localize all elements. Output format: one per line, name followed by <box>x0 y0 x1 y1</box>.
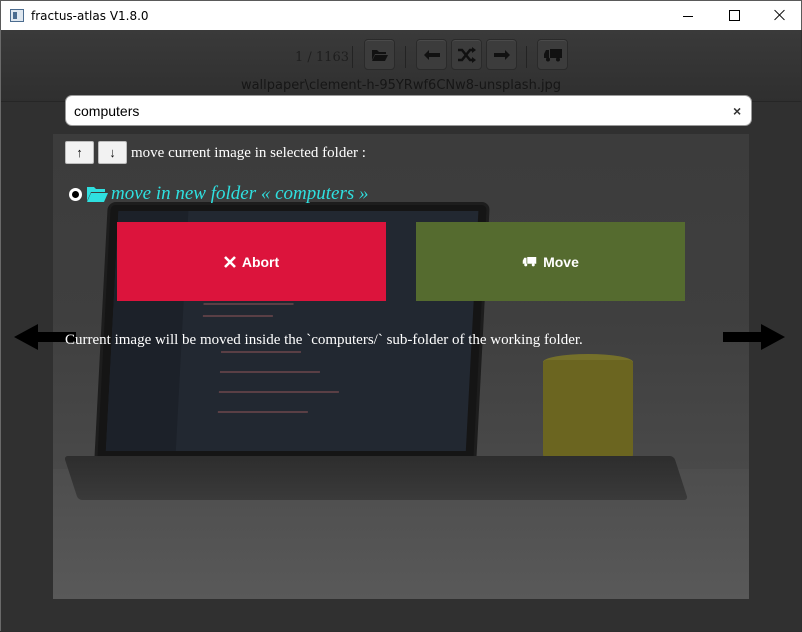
next-image-arrow[interactable] <box>723 324 785 350</box>
toolbar: 1 / 1163 wallpaper\clement-h-95YRwf6CNw8… <box>1 30 801 102</box>
previous-button[interactable] <box>416 39 447 70</box>
maximize-button[interactable] <box>711 1 757 31</box>
current-filename: wallpaper\clement-h-95YRwf6CNw8-unsplash… <box>240 78 562 93</box>
move-down-button[interactable]: ↓ <box>98 141 127 164</box>
toolbar-separator <box>526 46 527 68</box>
photo-code-line <box>220 351 302 353</box>
folder-open-icon <box>371 49 388 61</box>
image-counter: 1 / 1163 <box>295 50 349 65</box>
toolbar-separator <box>352 46 353 68</box>
new-folder-radio[interactable] <box>69 188 82 201</box>
shuffle-icon <box>457 46 476 63</box>
truck-icon <box>522 257 537 267</box>
photo-code-line <box>218 391 339 393</box>
app-icon <box>10 9 24 22</box>
folder-search-box: × <box>65 95 752 126</box>
arrow-left-icon <box>423 49 440 60</box>
window-title: fractus-atlas V1.8.0 <box>31 9 149 23</box>
move-button[interactable]: Move <box>416 222 685 301</box>
folder-open-icon <box>87 187 108 202</box>
new-folder-option-label[interactable]: move in new folder « computers » <box>111 183 369 205</box>
move-button-label: Move <box>543 253 579 270</box>
shuffle-button[interactable] <box>451 39 482 70</box>
abort-button[interactable]: Abort <box>117 222 386 301</box>
folder-search-input[interactable] <box>74 102 714 120</box>
move-image-button[interactable] <box>537 39 568 70</box>
photo-code-line <box>219 371 321 373</box>
abort-button-label: Abort <box>241 253 280 270</box>
arrow-right-icon <box>493 49 510 60</box>
photo-mug <box>543 360 633 466</box>
toolbar-separator <box>405 46 406 68</box>
photo-code-line <box>202 315 273 317</box>
open-folder-button[interactable] <box>364 39 395 70</box>
title-bar: fractus-atlas V1.8.0 <box>0 0 802 30</box>
move-caption: move current image in selected folder : <box>131 145 366 161</box>
move-up-button[interactable]: ↑ <box>65 141 94 164</box>
photo-code-line <box>217 411 308 413</box>
photo-code-line <box>203 303 294 305</box>
app-area: 1 / 1163 wallpaper\clement-h-95YRwf6CNw8… <box>1 30 801 631</box>
truck-icon <box>543 48 562 61</box>
minimize-button[interactable] <box>665 1 711 31</box>
photo-laptop-base <box>63 456 689 500</box>
clear-search-button[interactable]: × <box>733 103 741 119</box>
close-button[interactable] <box>757 1 802 31</box>
close-icon <box>223 255 236 268</box>
next-button[interactable] <box>486 39 517 70</box>
move-info-text: Current image will be moved inside the `… <box>65 332 583 348</box>
